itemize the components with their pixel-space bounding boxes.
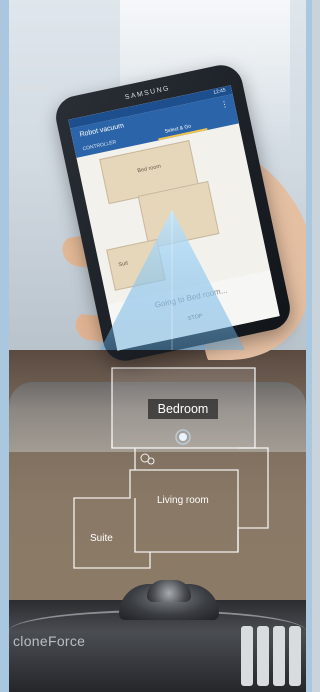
- suite-label: Suite: [90, 533, 113, 544]
- robot-grille: [241, 626, 253, 686]
- location-dot-icon: [179, 433, 187, 441]
- app-title: Robot vacuum: [79, 122, 125, 139]
- living-room-label: Living room: [157, 495, 209, 506]
- bedroom-label: Bedroom: [148, 399, 218, 419]
- plan-living-outline: [73, 447, 269, 569]
- promo-scene: Bedroom Living room Suite SAMSUNG 12:45 …: [0, 0, 312, 692]
- robot-grille: [257, 626, 269, 686]
- frame-left: [0, 0, 9, 692]
- robot-control-knob: [147, 580, 191, 602]
- plan-living-inner: [135, 469, 239, 552]
- more-vert-icon[interactable]: ⋮: [220, 99, 230, 109]
- robot-vacuum: cloneForce: [9, 580, 306, 692]
- frame-right: [306, 0, 312, 692]
- robot-vacuum-icon: [140, 453, 155, 465]
- robot-grille: [289, 626, 301, 686]
- plan-suite-divider: [134, 498, 150, 553]
- robot-grille: [273, 626, 285, 686]
- map-room-suite[interactable]: Suit: [106, 238, 166, 291]
- robot-brand: cloneForce: [13, 633, 86, 649]
